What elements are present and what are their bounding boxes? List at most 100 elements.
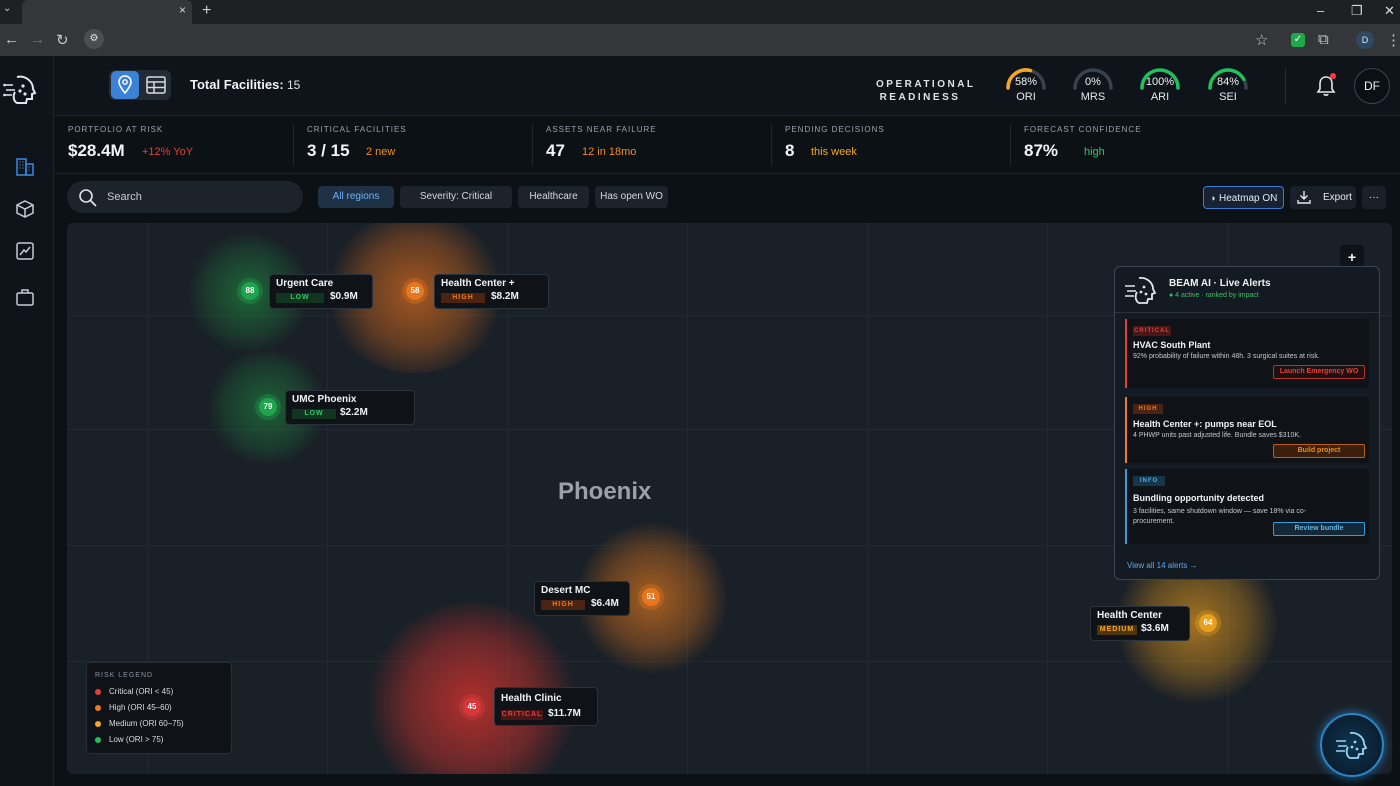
sidebar-analytics-chart-icon[interactable] (14, 240, 36, 262)
table-view-button[interactable] (142, 71, 170, 99)
kpi-forecast-confidence: FORECAST CONFIDENCE 87% high (1010, 116, 1249, 174)
pin-score: 58 (406, 282, 424, 300)
map-gridline (1047, 223, 1048, 774)
browser-menu-icon[interactable]: ⋮ (1386, 31, 1400, 49)
kpi-delta: 12 in 18mo (582, 146, 637, 158)
user-avatar[interactable]: DF (1354, 68, 1390, 104)
legend-item: Low (ORI > 75) (95, 735, 163, 747)
chip-has-open-wo[interactable]: Has open WO (595, 186, 668, 208)
kpi-label: PENDING DECISIONS (785, 125, 885, 134)
search-box[interactable] (67, 181, 303, 213)
sidebar-assets-cube-icon[interactable] (14, 198, 36, 220)
tab-close-icon[interactable]: × (179, 3, 186, 17)
facility-pin[interactable]: 45 (459, 694, 485, 720)
search-input[interactable] (107, 189, 287, 205)
view-toggle (109, 70, 171, 100)
facility-card[interactable]: Health Center MEDIUM $3.6M (1090, 606, 1190, 641)
gauge-sei[interactable]: 84% SEI (1206, 64, 1250, 108)
alert-tag: INFO (1133, 476, 1165, 486)
alert-title: Bundling opportunity detected (1133, 493, 1264, 503)
facility-pin[interactable]: 64 (1195, 610, 1221, 636)
legend-swatch (95, 736, 101, 743)
kpi-pending-decisions: PENDING DECISIONS 8 this week (771, 116, 1010, 174)
gauge-ari-label: ARI (1150, 91, 1170, 103)
facility-card[interactable]: Health Clinic CRITICAL $11.7M (494, 687, 598, 726)
sidebar-portfolio-briefcase-icon[interactable] (14, 286, 36, 308)
alert-description: 4 PHWP units past adjusted life. Bundle … (1133, 432, 1301, 439)
sidebar-buildings-icon[interactable] (14, 156, 36, 178)
browser-profile-avatar[interactable]: D (1356, 31, 1374, 49)
more-options-button[interactable]: ··· (1362, 186, 1386, 209)
facility-pin[interactable]: 88 (237, 278, 263, 304)
launch-emergency-wo-button[interactable]: Launch Emergency WO (1273, 365, 1365, 379)
heatmap-toggle[interactable]: ◑ Heatmap ON (1203, 186, 1284, 209)
kpi-label: CRITICAL FACILITIES (307, 125, 407, 134)
reload-icon[interactable]: ↻ (56, 31, 69, 49)
alerts-subtitle: ● 4 active · ranked by impact (1169, 292, 1259, 299)
alert-card-high[interactable]: HIGH Health Center +: pumps near EOL 4 P… (1125, 397, 1369, 463)
alerts-title: BEAM AI · Live Alerts (1169, 278, 1271, 289)
kpi-label: FORECAST CONFIDENCE (1024, 125, 1142, 134)
browser-tab-strip: ⌄ × + – ❐ ✕ (0, 0, 1400, 24)
alert-card-critical[interactable]: CRITICAL HVAC South Plant 92% probabilit… (1125, 319, 1369, 388)
chip-severity-critical[interactable]: Severity: Critical (400, 186, 512, 208)
total-facilities-value: 15 (287, 78, 301, 92)
facility-pin[interactable]: 51 (638, 584, 664, 610)
extension-check-icon[interactable]: ✓ (1291, 33, 1305, 47)
kpi-value: $28.4M (68, 141, 125, 160)
facility-card[interactable]: Desert MC HIGH $6.4M (534, 581, 630, 616)
chip-healthcare[interactable]: Healthcare (518, 186, 589, 208)
chip-all-regions[interactable]: All regions (318, 186, 394, 208)
build-project-button[interactable]: Build project (1273, 444, 1365, 458)
risk-badge: MEDIUM (1097, 625, 1137, 635)
pin-score: 51 (642, 588, 660, 606)
export-button[interactable]: Export (1290, 186, 1356, 209)
legend-label: Critical (ORI < 45) (109, 687, 174, 696)
beam-logo (3, 75, 37, 104)
minimize-icon[interactable]: – (1317, 3, 1324, 18)
legend-swatch (95, 688, 101, 695)
ai-assistant-button[interactable] (1320, 713, 1384, 777)
facility-card[interactable]: Health Center + HIGH $8.2M (434, 274, 549, 309)
back-icon[interactable]: ← (4, 31, 19, 48)
kpi-value: 87% (1024, 141, 1059, 160)
alert-title: Health Center +: pumps near EOL (1133, 419, 1277, 429)
view-all-alerts-link[interactable]: View all 14 alerts → (1127, 561, 1198, 570)
facility-card[interactable]: Urgent Care LOW $0.9M (269, 274, 373, 309)
heatmap-label: Heatmap ON (1219, 193, 1278, 204)
facility-cost: $8.2M (491, 291, 519, 302)
gauge-mrs[interactable]: 0% MRS (1071, 64, 1115, 108)
alert-card-info[interactable]: INFO Bundling opportunity detected 3 fac… (1125, 469, 1369, 544)
close-window-icon[interactable]: ✕ (1384, 3, 1395, 19)
risk-badge: HIGH (541, 600, 585, 610)
forward-icon[interactable]: → (30, 31, 45, 48)
new-tab-button[interactable]: + (202, 2, 211, 20)
kpi-critical-facilities: CRITICAL FACILITIES 3 / 15 2 new (293, 116, 532, 174)
kpi-assets-near-failure: ASSETS NEAR FAILURE 47 12 in 18mo (532, 116, 771, 174)
gauge-ari[interactable]: 100% ARI (1138, 64, 1182, 108)
city-label: Phoenix (558, 478, 652, 505)
map-view-button[interactable] (111, 71, 139, 99)
bookmark-star-icon[interactable]: ☆ (1255, 31, 1268, 49)
download-icon (1297, 191, 1311, 204)
facility-pin[interactable]: 79 (255, 394, 281, 420)
extensions-puzzle-icon[interactable]: ⧉ (1318, 31, 1329, 48)
kpi-delta: high (1084, 146, 1105, 158)
legend-label: High (ORI 45–60) (109, 703, 172, 712)
notification-dot (1330, 73, 1336, 79)
gauge-sei-value: 84% (1216, 76, 1240, 88)
table-grid-icon (146, 76, 166, 94)
browser-tab[interactable]: × (22, 0, 192, 24)
kpi-label: PORTFOLIO AT RISK (68, 125, 164, 134)
gauge-ori[interactable]: 58% ORI (1004, 64, 1048, 108)
tab-search-icon[interactable]: ⌄ (3, 3, 11, 14)
restore-icon[interactable]: ❐ (1351, 3, 1363, 19)
gauge-ori-label: ORI (1016, 91, 1036, 103)
site-settings-icon[interactable]: ⚙ (84, 29, 104, 49)
facility-pin[interactable]: 58 (402, 278, 428, 304)
facility-card[interactable]: UMC Phoenix LOW $2.2M (285, 390, 415, 425)
facility-name: Health Center (1097, 610, 1163, 621)
review-bundle-button[interactable]: Review bundle (1273, 522, 1365, 536)
op-readiness-line1: OPERATIONAL (876, 79, 976, 90)
pin-score: 64 (1199, 614, 1217, 632)
